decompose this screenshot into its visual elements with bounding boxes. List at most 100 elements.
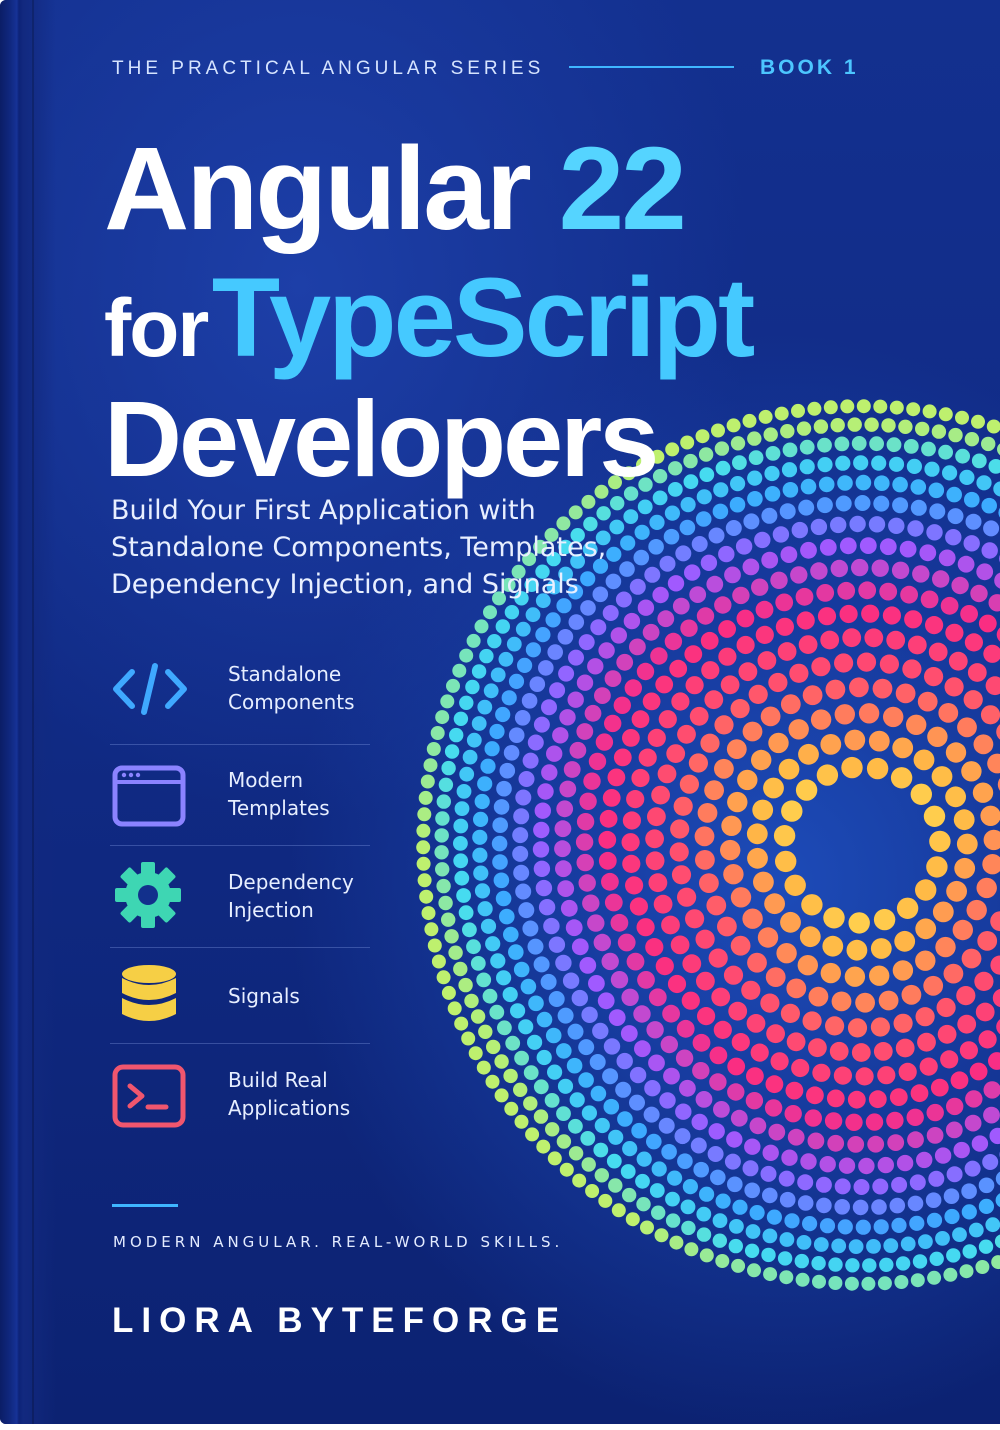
burst-dot — [485, 1074, 500, 1089]
database-icon — [122, 965, 176, 1021]
burst-dot — [902, 659, 922, 679]
burst-dot — [765, 1075, 784, 1094]
burst-dot — [763, 777, 784, 799]
burst-dot — [953, 1141, 970, 1159]
burst-dot — [819, 1156, 836, 1173]
burst-dot — [945, 529, 962, 546]
burst-dot — [881, 418, 896, 433]
burst-dot — [859, 537, 877, 554]
burst-dot — [473, 865, 489, 881]
burst-dot — [657, 610, 675, 628]
burst-dot — [993, 481, 1000, 497]
burst-dot — [547, 1064, 563, 1080]
burst-dot — [648, 873, 668, 893]
burst-dot — [768, 1123, 786, 1141]
burst-dot — [888, 517, 905, 534]
burst-dot — [924, 667, 944, 687]
burst-dot — [576, 674, 594, 691]
burst-dot — [435, 862, 450, 877]
burst-dot — [894, 930, 916, 952]
burst-dot — [582, 894, 600, 912]
tagline-rule — [112, 1204, 178, 1207]
burst-dot — [534, 802, 551, 819]
burst-dot — [616, 1052, 633, 1070]
burst-dot — [766, 1209, 783, 1225]
burst-dot — [714, 758, 734, 779]
burst-dot — [910, 499, 927, 516]
burst-dot — [950, 1071, 969, 1090]
burst-dot — [760, 993, 780, 1013]
burst-dot — [978, 1198, 995, 1214]
burst-dot — [795, 779, 818, 801]
burst-dot — [903, 439, 919, 454]
burst-dot — [988, 594, 1000, 612]
burst-dot — [680, 435, 695, 450]
burst-dot — [498, 651, 514, 667]
burst-dot — [929, 503, 946, 520]
burst-dot — [603, 1098, 620, 1115]
burst-dot — [552, 727, 569, 744]
burst-dot — [986, 419, 1000, 434]
title-line-3: Developers — [104, 378, 659, 499]
burst-dot — [622, 729, 640, 747]
burst-dot — [786, 1032, 806, 1052]
burst-dot — [514, 1050, 529, 1066]
burst-dot — [436, 878, 451, 894]
burst-dot — [985, 1217, 1000, 1233]
burst-dot — [889, 400, 904, 415]
burst-dot — [637, 971, 655, 989]
burst-dot — [569, 1092, 585, 1108]
burst-dot — [525, 607, 541, 623]
burst-dot — [892, 960, 914, 981]
burst-dot — [548, 936, 566, 953]
burst-dot — [607, 768, 626, 787]
burst-dot — [608, 1178, 623, 1193]
burst-dot — [695, 929, 715, 949]
burst-dot — [779, 503, 796, 520]
burst-dot — [744, 1243, 760, 1259]
burst-dot — [663, 1067, 680, 1085]
burst-dot — [800, 541, 817, 559]
burst-dot — [961, 1183, 977, 1199]
burst-dot — [837, 1219, 853, 1235]
burst-dot — [871, 1199, 887, 1215]
burst-dot — [556, 1106, 571, 1121]
burst-dot — [717, 916, 737, 937]
burst-dot — [761, 507, 778, 524]
burst-dot — [800, 1153, 817, 1170]
burst-dot — [755, 600, 774, 619]
feature-label: Modern Templates — [228, 768, 330, 820]
burst-dot — [691, 1113, 708, 1131]
burst-dot — [472, 829, 488, 845]
burst-dot — [620, 1164, 636, 1179]
burst-dot — [556, 1043, 572, 1059]
burst-dot — [557, 1007, 574, 1024]
burst-dot — [497, 1020, 512, 1036]
burst-dot — [990, 955, 1000, 975]
burst-dot — [681, 1220, 696, 1236]
burst-dot — [877, 1066, 896, 1085]
burst-dot — [423, 758, 438, 773]
burst-dot — [995, 1193, 1000, 1208]
burst-dot — [670, 819, 690, 839]
burst-dot — [730, 1109, 748, 1127]
burst-dot — [865, 1113, 884, 1131]
burst-dot — [749, 1205, 765, 1221]
burst-dot — [757, 927, 779, 948]
burst-dot — [778, 758, 800, 780]
burst-dot — [543, 917, 560, 935]
burst-dot — [491, 835, 508, 852]
burst-dot — [982, 854, 1000, 875]
burst-dot — [540, 973, 557, 990]
burst-dot — [527, 1034, 543, 1050]
burst-dot — [665, 1213, 681, 1228]
burst-dot — [785, 1081, 804, 1100]
burst-dot — [486, 1039, 501, 1055]
burst-dot — [583, 772, 601, 790]
burst-dot — [957, 717, 977, 738]
burst-dot — [674, 1128, 691, 1145]
burst-dot — [820, 962, 841, 984]
burst-dot — [696, 489, 712, 505]
burst-dot — [706, 575, 724, 593]
burst-dot — [751, 749, 772, 771]
